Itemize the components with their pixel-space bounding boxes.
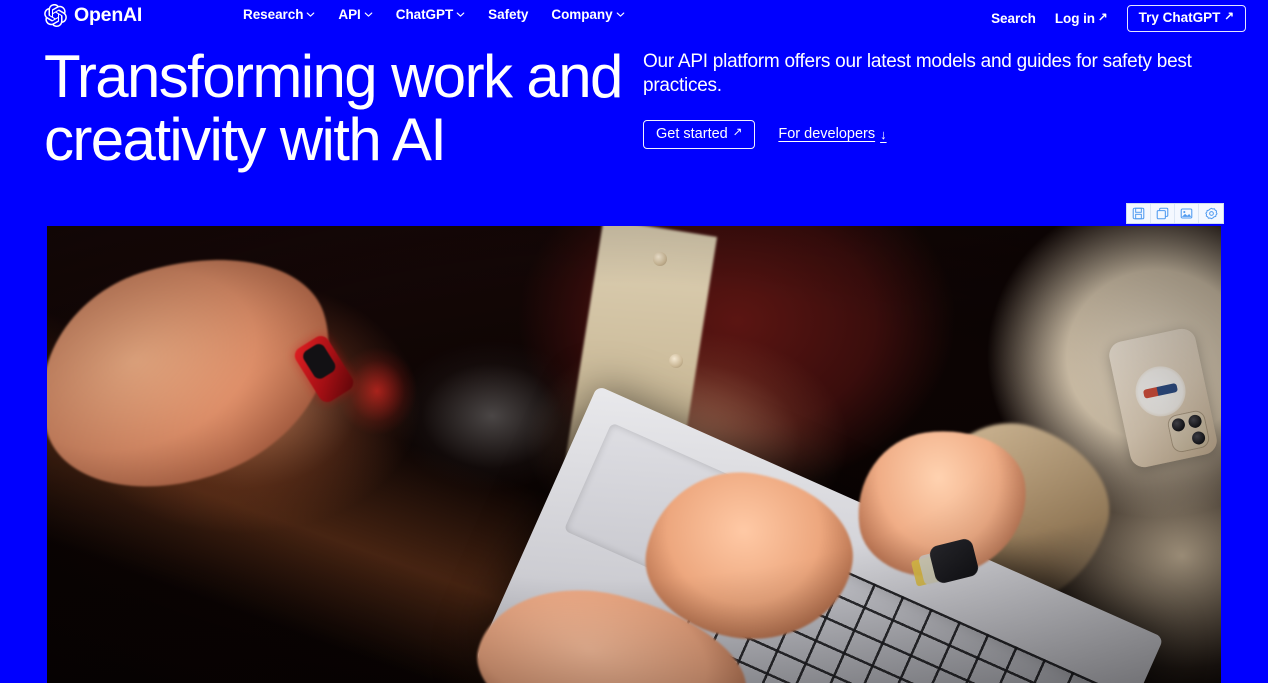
phone-sticker	[1130, 361, 1191, 422]
nav-label-company: Company	[551, 7, 613, 22]
login-label: Log in	[1054, 10, 1095, 26]
for-developers-label: For developers	[778, 126, 876, 143]
copy-icon-button[interactable]	[1151, 204, 1175, 223]
image-action-toolbar	[1126, 203, 1224, 224]
try-chatgpt-label: Try ChatGPT	[1138, 10, 1221, 25]
shirt-button	[669, 354, 683, 368]
hero-image[interactable]: Overhead photo of two people using a sil…	[47, 226, 1221, 683]
nav-label-safety: Safety	[488, 7, 529, 22]
arrow-up-right-icon: ↗	[1098, 11, 1108, 23]
search-button[interactable]: Search	[991, 10, 1036, 26]
nav-item-chatgpt[interactable]: ChatGPT	[396, 8, 465, 22]
hero-right-column: Our API platform offers our latest model…	[643, 50, 1223, 150]
login-link[interactable]: Log in ↗	[1054, 10, 1108, 26]
for-developers-link[interactable]: For developers ↓	[778, 126, 886, 142]
chevron-down-icon	[364, 10, 373, 19]
image-icon-button[interactable]	[1175, 204, 1199, 223]
nav-label-research: Research	[243, 7, 304, 22]
openai-blossom-icon	[44, 3, 67, 28]
primary-nav-links: Research API ChatGPT Safety Company	[243, 8, 625, 22]
nav-item-api[interactable]: API	[338, 7, 373, 22]
save-icon	[1132, 207, 1145, 220]
chevron-down-icon	[456, 10, 465, 19]
arrow-up-right-icon: ↗	[1224, 10, 1234, 23]
try-chatgpt-button[interactable]: Try ChatGPT ↗	[1126, 5, 1246, 32]
hero-actions: Get started ↗ For developers ↓	[643, 119, 1223, 150]
settings-icon	[1204, 207, 1218, 220]
save-icon-button[interactable]	[1127, 204, 1151, 223]
hero-subtitle: Our API platform offers our latest model…	[643, 51, 1192, 97]
nav-item-company[interactable]: Company	[551, 8, 624, 22]
page-title: Transforming work and creativity with AI	[44, 43, 623, 173]
get-started-button[interactable]: Get started ↗	[643, 119, 756, 150]
hero-section: Transforming work and creativity with AI…	[0, 44, 1268, 204]
brand-logo-link[interactable]: OpenAI	[44, 3, 143, 28]
main-navigation: OpenAI Research API ChatGPT Safety Compa…	[0, 0, 1268, 34]
chevron-down-icon	[306, 10, 315, 19]
nav-label-api: API	[338, 7, 361, 22]
shirt-button	[653, 252, 667, 266]
nav-label-chatgpt: ChatGPT	[395, 7, 454, 22]
secondary-nav-links: Search Log in ↗ Try ChatGPT ↗	[991, 5, 1246, 32]
nav-item-safety[interactable]: Safety	[488, 8, 528, 22]
get-started-label: Get started	[656, 125, 728, 142]
hero-photo-scene	[47, 226, 1221, 683]
chevron-down-icon	[616, 10, 625, 19]
image-icon	[1180, 207, 1193, 220]
phone-camera-module	[1165, 408, 1212, 454]
arrow-up-right-icon: ↗	[732, 126, 743, 139]
arrow-down-icon: ↓	[880, 126, 887, 142]
copy-icon	[1156, 207, 1169, 220]
openai-homepage: OpenAI Research API ChatGPT Safety Compa…	[0, 0, 1268, 683]
brand-name: OpenAI	[74, 3, 143, 26]
search-label: Search	[991, 10, 1036, 26]
settings-icon-button[interactable]	[1199, 204, 1223, 223]
iphone-on-cushion	[1106, 326, 1220, 470]
nav-item-research[interactable]: Research	[243, 8, 315, 22]
